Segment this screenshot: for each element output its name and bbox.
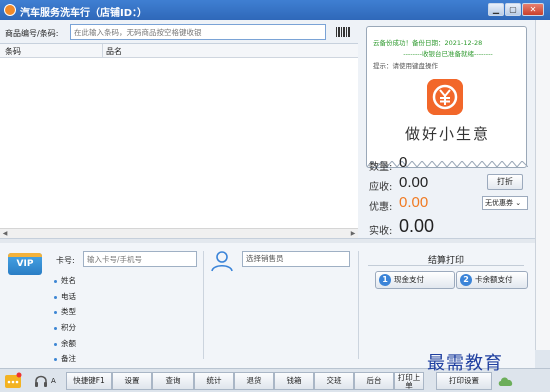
query-button[interactable]: 查询 [152, 372, 194, 390]
search-label: 商品编号/条码: [5, 29, 59, 38]
close-button[interactable]: ✕ [522, 3, 544, 16]
vertical-scrollbar[interactable] [535, 20, 550, 350]
print-last-order-button[interactable]: 打印上单 [394, 372, 424, 390]
receivable-label: 应收: [369, 182, 393, 193]
member-field-name: 姓名 [54, 275, 76, 286]
backup-status: 云备份成功！备份日期：2021-12-28 [373, 39, 483, 47]
column-header-name[interactable]: 品名 [106, 46, 122, 57]
headset-icon [35, 375, 47, 387]
quantity-label: 数量: [369, 162, 393, 173]
salesperson-select[interactable]: 选择销售员 [242, 251, 350, 267]
cash-payment-label: 现金支付 [394, 275, 424, 284]
grid-header: 条码 品名 [0, 44, 358, 58]
salesperson-icon [211, 251, 233, 272]
paid-label: 实收: [369, 226, 393, 237]
search-row: 商品编号/条码: [0, 20, 358, 44]
card-number-input[interactable] [83, 251, 197, 267]
member-field-points: 积分 [54, 322, 76, 333]
card-number-label: 卡号: [56, 256, 75, 265]
product-grid[interactable] [0, 58, 358, 228]
keyboard-hint: 提示：请使用键盘操作 [373, 62, 438, 70]
slogan: 做好小生意 [404, 125, 490, 143]
watermark-text: 最需教育 [427, 353, 503, 374]
member-field-phone: 电话 [54, 291, 76, 302]
discount-label: 优惠: [369, 202, 393, 213]
summary-pane: 云备份成功！备份日期：2021-12-28 --------收银台已准备就绪--… [358, 20, 535, 238]
user-label: A [51, 377, 56, 385]
horizontal-scrollbar[interactable]: ◀ ▶ [0, 228, 358, 238]
quantity-value: 0 [399, 154, 408, 171]
separator [358, 251, 359, 359]
bullet-icon [54, 279, 57, 283]
barcode-scan-icon[interactable] [336, 26, 350, 38]
scroll-right-icon[interactable]: ▶ [348, 229, 358, 238]
bullet-icon [54, 342, 57, 346]
cash-payment-button[interactable]: 1 现金支付 [375, 271, 455, 289]
vip-label: VIP [16, 259, 34, 269]
ready-status: --------收银台已准备就绪-------- [403, 50, 493, 58]
card-shortcut-badge: 2 [460, 274, 472, 286]
coupon-select[interactable]: 无优惠券 ⌄ [482, 196, 528, 210]
product-pane: 商品编号/条码: 条码 品名 ◀ ▶ [0, 20, 358, 238]
column-header-barcode[interactable]: 条码 [5, 46, 21, 57]
user-menu[interactable]: A [34, 372, 64, 390]
bullet-icon [54, 295, 57, 299]
column-divider[interactable] [102, 44, 103, 58]
shortcut-keys-button[interactable]: 快捷键F1 [66, 372, 112, 390]
vip-icon: VIP [8, 253, 42, 275]
yuan-coin-icon [427, 79, 463, 115]
coupon-select-value: 无优惠券 [485, 199, 513, 207]
shift-handover-button[interactable]: 交班 [314, 372, 354, 390]
maximize-button[interactable]: ▢ [505, 3, 521, 16]
checkout-divider [368, 265, 524, 266]
member-field-balance: 余额 [54, 338, 76, 349]
receipt-preview: 云备份成功！备份日期：2021-12-28 --------收银台已准备就绪--… [366, 26, 528, 168]
receivable-value: 0.00 [399, 174, 429, 191]
member-field-note: 备注 [54, 353, 76, 364]
window-title: 汽车服务洗车行（店铺ID：） [20, 8, 148, 19]
minimize-button[interactable]: ▁ [488, 3, 504, 16]
separator [203, 251, 204, 359]
app-logo-icon [4, 4, 16, 16]
card-balance-payment-label: 卡余额支付 [475, 275, 513, 284]
discount-value: 0.00 [399, 194, 429, 211]
settings-button[interactable]: 设置 [112, 372, 152, 390]
apps-icon[interactable] [4, 372, 22, 390]
return-button[interactable]: 退货 [234, 372, 274, 390]
bullet-icon [54, 310, 57, 314]
member-field-type: 类型 [54, 306, 76, 317]
card-balance-payment-button[interactable]: 2 卡余额支付 [456, 271, 528, 289]
bullet-icon [54, 357, 57, 361]
bullet-icon [54, 326, 57, 330]
discount-button[interactable]: 打折 [487, 174, 523, 190]
barcode-search-input[interactable] [70, 24, 326, 40]
paid-value: 0.00 [399, 216, 435, 236]
title-bar: 汽车服务洗车行（店铺ID：） ▁ ▢ ✕ [0, 0, 550, 20]
vip-icon-cap [8, 253, 42, 257]
scroll-left-icon[interactable]: ◀ [0, 229, 10, 238]
statistics-button[interactable]: 统计 [194, 372, 234, 390]
backend-button[interactable]: 后台 [354, 372, 394, 390]
cash-drawer-button[interactable]: 钱箱 [274, 372, 314, 390]
cash-shortcut-badge: 1 [379, 274, 391, 286]
